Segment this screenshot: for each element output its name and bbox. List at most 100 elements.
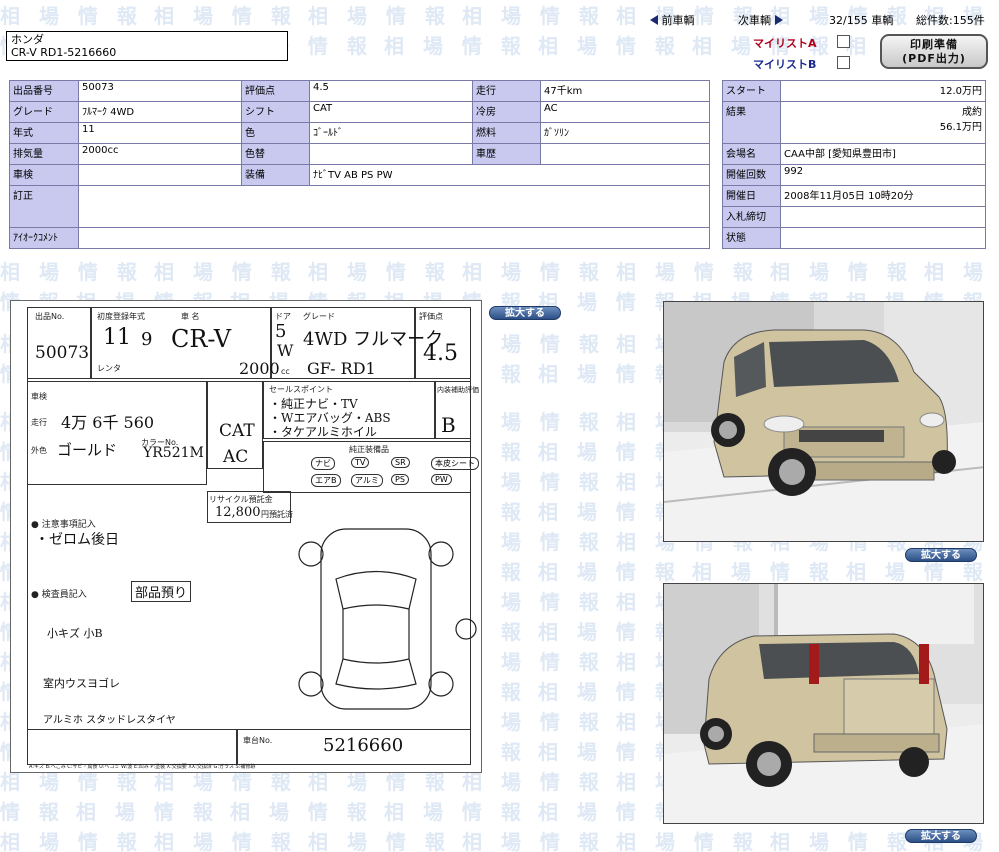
print-button-line1: 印刷準備 [910, 38, 958, 51]
watermark-text: 相 場 情 報 [924, 260, 999, 284]
sheet-mileage-label: 走行 [31, 418, 47, 427]
vehicle-info-table: 出品番号 50073 評価点 4.5 走行 47千km グレード ﾌﾙﾏｰｸ 4… [9, 80, 710, 249]
sheet-insp-note-1: 小キズ 小B [47, 627, 103, 640]
sheet-first-reg-label: 初度登録年式 [97, 312, 145, 321]
sheet-name-hw: CR-V [171, 325, 232, 353]
sheet-score-label: 評価点 [419, 312, 443, 321]
watermark-text: 相 場 情 報 [538, 560, 681, 584]
vehicle-position: 32/155 車輌 [829, 14, 894, 27]
deadline-value [780, 206, 986, 228]
car-photo-rear[interactable] [663, 583, 984, 824]
expand-photo-front-button[interactable]: 拡大する [905, 548, 977, 562]
watermark-text: 相 場 情 報 [230, 800, 373, 824]
date-label: 開催日 [722, 185, 781, 207]
car-damage-diagram [298, 528, 477, 710]
watermark-row: 相 場 情 報相 場 情 報相 場 情 報相 場 情 報相 場 情 報相 場 情… [0, 256, 999, 286]
correction-label: 訂正 [9, 185, 79, 228]
sheet-exterior-hw: ゴールド [57, 441, 118, 459]
sheet-interior-label: 内装補助評価 [437, 386, 479, 394]
watermark-text: 相 場 情 報 [308, 260, 451, 284]
venue-value: CAA中部 [愛知県豊田市] [780, 143, 986, 165]
watermark-row: 相 場 情 報相 場 情 報相 場 情 報相 場 情 報相 場 情 報相 場 情… [0, 826, 999, 852]
sheet-cc-hw: 2000 [239, 359, 280, 378]
sheet-type-hw: GF- RD1 [307, 359, 376, 378]
expand-sheet-button[interactable]: 拡大する [489, 306, 561, 320]
car-front-image [664, 302, 983, 541]
venue-label: 会場名 [722, 143, 781, 165]
grade-label: グレード [9, 101, 79, 123]
sheet-sales-label: セールスポイント [269, 385, 333, 394]
sheet-equipment-item: ナビ [311, 457, 335, 470]
mylist-b-checkbox[interactable] [837, 56, 850, 69]
sheet-rental-label: レンタ [97, 364, 121, 373]
comment-value [78, 227, 710, 249]
next-vehicle-link[interactable]: 次車輌 [738, 12, 783, 28]
color-value: ｺﾞｰﾙﾄﾞ [309, 122, 473, 144]
sheet-exterior-label: 外色 [31, 446, 47, 455]
watermark-text: 相 場 情 報 [616, 830, 759, 852]
result-price: 56.1万円 [939, 122, 982, 133]
sheet-equipment-item: PS [391, 474, 409, 485]
start-price-label: スタート [722, 80, 781, 102]
expand-photo-rear-button[interactable]: 拡大する [905, 829, 977, 843]
sheet-year-hw: 11 [103, 325, 131, 350]
sheet-insp-note-2: 室内ウスヨゴレ [43, 677, 120, 690]
sheet-chassis-hw: 5216660 [323, 735, 404, 756]
sheet-equipment-item: エアB [311, 474, 341, 487]
sheet-inspector-hw: 部品預り [131, 581, 192, 602]
status-value [780, 227, 986, 249]
sheet-note-hw: ・ゼロム後日 [35, 532, 119, 548]
start-price-value: 12.0万円 [780, 80, 986, 102]
fuel-label: 燃料 [472, 122, 541, 144]
watermark-text: 相 場 情 報 [384, 800, 527, 824]
watermark-text: 相 場 情 報 [76, 800, 219, 824]
watermark-text: 相 場 情 報 [462, 710, 605, 734]
sheet-inspection-label: 車検 [31, 392, 47, 401]
equipment-value: ﾅﾋﾞTV AB PS PW [309, 164, 710, 186]
sheet-mileage-hw: 4万 6千 560 [61, 413, 155, 432]
date-value: 2008年11月05日 10時20分 [780, 185, 986, 207]
watermark-text: 相 場 情 報 [770, 260, 913, 284]
fuel-value: ｶﾞｿﾘﾝ [540, 122, 710, 144]
watermark-text: 相 場 情 報 [462, 650, 605, 674]
car-rear-image [664, 584, 983, 823]
sheet-month-hw: 9 [141, 329, 153, 350]
sheet-doors-hw: 5 [275, 321, 287, 342]
sheet-legend: A:キズ B:へこみ C:サビ・腐食 U:ヘコミ W:波 E:凹み P:塗装 X… [29, 764, 256, 770]
ac-value: AC [540, 101, 710, 123]
watermark-text: 相 場 情 報 [462, 770, 605, 794]
watermark-text: 相 場 情 報 [462, 410, 605, 434]
watermark-text: 相 場 情 報 [462, 830, 605, 852]
sheet-cc-unit: cc [281, 367, 290, 376]
maker-name: ホンダ [11, 33, 44, 46]
model-line: CR-V RD1-5216660 [11, 46, 117, 59]
color-label: 色 [241, 122, 310, 144]
result-status: 成約 [962, 107, 982, 118]
watermark-text: 相 場 情 報 [462, 530, 605, 554]
watermark-text: 相 場 情 報 [0, 260, 143, 284]
year-label: 年式 [9, 122, 79, 144]
print-pdf-button[interactable]: 印刷準備 (PDF出力) [880, 34, 988, 69]
watermark-text: 相 場 情 報 [0, 4, 143, 28]
watermark-text: 相 場 情 報 [0, 800, 65, 824]
total-count: 総件数:155件 [916, 14, 985, 27]
mileage-value: 47千km [540, 80, 710, 102]
arrow-left-icon [650, 15, 658, 25]
sheet-equipment-item: TV [351, 457, 370, 468]
sheet-chassis-label-text: 車台No. [243, 736, 273, 745]
watermark-text: 相 場 情 報 [462, 590, 605, 614]
ac-label: 冷房 [472, 101, 541, 123]
mylist-a-checkbox[interactable] [837, 35, 850, 48]
print-button-line2: (PDF出力) [902, 52, 966, 65]
sheet-eq-label: 純正装備品 [349, 445, 389, 454]
car-photo-front[interactable] [663, 301, 984, 542]
session-value: 992 [780, 164, 986, 186]
watermark-text: 相 場 情 報 [154, 4, 297, 28]
history-value [540, 143, 710, 165]
watermark-text: 相 場 情 報 [0, 830, 143, 852]
prev-vehicle-label: 前車輌 [661, 14, 695, 27]
lot-value: 50073 [78, 80, 242, 102]
watermark-text: 相 場 情 報 [462, 332, 605, 356]
sheet-color-no-hw: YR521M [143, 445, 204, 461]
prev-vehicle-link[interactable]: 前車輌 [650, 12, 695, 28]
